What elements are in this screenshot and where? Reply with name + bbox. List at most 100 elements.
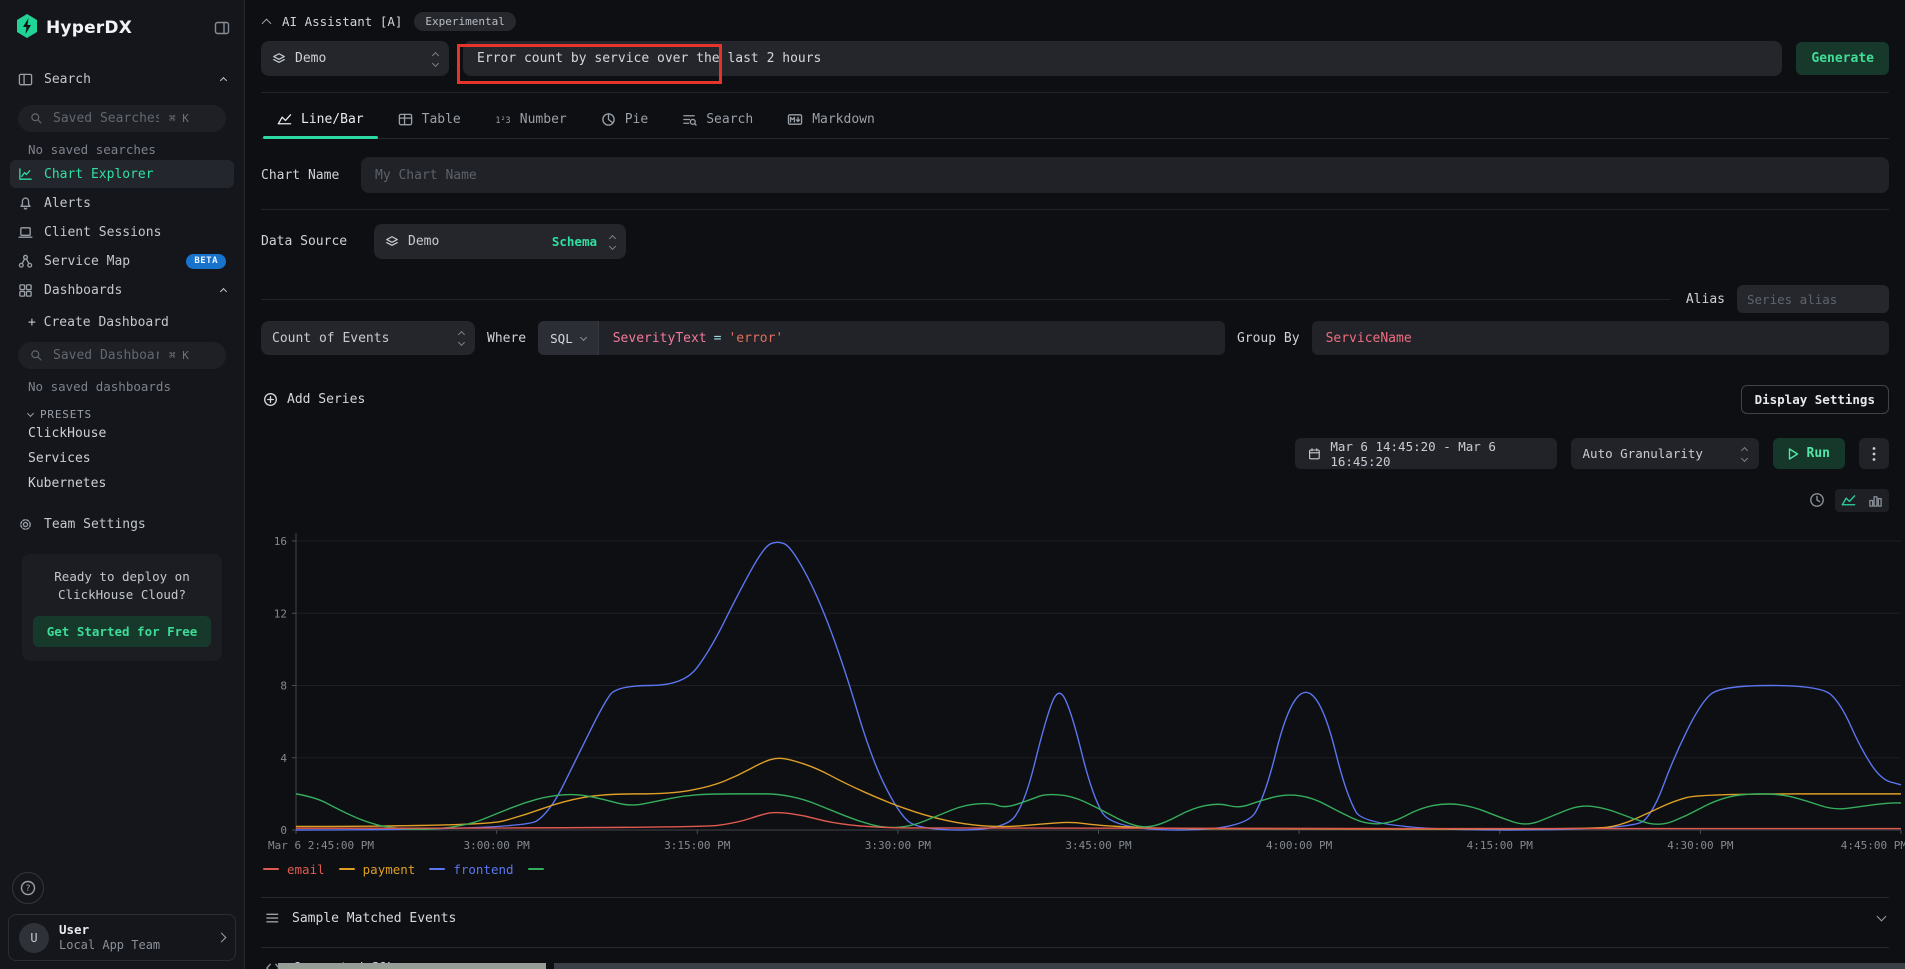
list-search-icon (682, 112, 697, 127)
svg-text:4: 4 (280, 752, 287, 765)
collapse-assistant-icon[interactable] (262, 18, 272, 28)
display-settings-button[interactable]: Display Settings (1741, 385, 1889, 414)
presets-header[interactable]: PRESETS (10, 396, 234, 421)
saved-searches-field[interactable] (51, 110, 161, 127)
sql-mode-select[interactable]: SQL (538, 321, 599, 355)
tab-markdown[interactable]: Markdown (773, 105, 889, 138)
tab-number[interactable]: 1²3 Number (481, 105, 581, 138)
svg-text:12: 12 (274, 607, 287, 620)
sidebar-item-alerts[interactable]: Alerts (10, 189, 234, 217)
sidebar-item-service-map[interactable]: Service Map BETA (10, 247, 234, 275)
line-chart-icon (1841, 493, 1856, 508)
line-view-toggle[interactable] (1839, 491, 1858, 510)
group-by-input[interactable]: ServiceName (1312, 321, 1889, 355)
alias-input[interactable] (1737, 285, 1889, 313)
svg-text:3:00:00 PM: 3:00:00 PM (464, 839, 531, 852)
horizontal-scrollbar-thumb[interactable] (278, 963, 546, 969)
sidebar-item-client-sessions[interactable]: Client Sessions (10, 218, 234, 246)
legend-dash-icon (429, 868, 445, 870)
chevron-up-icon (220, 77, 227, 84)
date-range-value: Mar 6 14:45:20 - Mar 6 16:45:20 (1330, 439, 1543, 469)
where-label: Where (487, 331, 526, 346)
sample-matched-events-panel[interactable]: Sample Matched Events (261, 897, 1889, 939)
help-button[interactable]: ? (12, 872, 44, 904)
group-by-label: Group By (1237, 331, 1300, 346)
sidebar-item-team-settings[interactable]: Team Settings (10, 510, 234, 538)
get-started-button[interactable]: Get Started for Free (33, 616, 212, 647)
sidebar-item-label: Client Sessions (44, 225, 161, 240)
chart[interactable]: 0481216Mar 6 2:45:00 PM3:00:00 PM3:15:00… (261, 513, 1889, 857)
aggregation-select[interactable]: Count of Events (261, 321, 475, 355)
sidebar-item-search[interactable]: Search (10, 65, 234, 93)
laptop-icon (18, 225, 33, 240)
tab-search[interactable]: Search (668, 105, 767, 138)
time-format-button[interactable] (1809, 492, 1825, 508)
sidebar-item-label: Alerts (44, 196, 91, 211)
svg-text:4:15:00 PM: 4:15:00 PM (1467, 839, 1534, 852)
date-range-picker[interactable]: Mar 6 14:45:20 - Mar 6 16:45:20 (1295, 438, 1557, 469)
legend-item[interactable]: payment (339, 862, 416, 877)
sample-events-label: Sample Matched Events (292, 911, 456, 926)
sidebar-item-chart-explorer[interactable]: Chart Explorer (10, 160, 234, 188)
where-expression-input[interactable]: SQL SeverityText = 'error' (538, 321, 1225, 355)
data-source-select[interactable]: Demo Schema (374, 224, 626, 259)
sidebar-item-label: Dashboards (44, 283, 122, 298)
preset-clickhouse[interactable]: ClickHouse (10, 421, 234, 446)
legend-dash-icon (339, 868, 355, 870)
tab-pie[interactable]: Pie (587, 105, 662, 138)
preset-services[interactable]: Services (10, 446, 234, 471)
svg-text:4:30:00 PM: 4:30:00 PM (1667, 839, 1734, 852)
sidebar-item-label: Chart Explorer (44, 167, 154, 182)
legend-item[interactable]: frontend (429, 862, 513, 877)
bar-chart-icon (1868, 493, 1883, 508)
assistant-title: AI Assistant [A] (282, 14, 402, 29)
sidebar-item-dashboards[interactable]: Dashboards (10, 276, 234, 304)
legend-label: email (287, 862, 325, 877)
main-content: AI Assistant [A] Experimental Demo Gener… (245, 0, 1905, 969)
line-chart-canvas[interactable]: 0481216Mar 6 2:45:00 PM3:00:00 PM3:15:00… (261, 513, 1905, 857)
search-icon (30, 349, 43, 362)
where-operator-token: = (714, 331, 722, 346)
search-icon (30, 112, 43, 125)
assistant-source-select[interactable]: Demo (261, 41, 449, 76)
bar-view-toggle[interactable] (1866, 491, 1885, 510)
user-name: User (59, 922, 160, 938)
chart-name-input[interactable] (361, 157, 1889, 193)
table-icon (398, 112, 413, 127)
chevron-down-icon (27, 410, 34, 417)
saved-dashboards-field[interactable] (51, 347, 161, 364)
assistant-prompt-input[interactable] (463, 41, 1782, 76)
presets-label: PRESETS (40, 408, 92, 421)
pie-chart-icon (601, 112, 616, 127)
layers-icon (385, 235, 399, 249)
tab-table[interactable]: Table (384, 105, 475, 138)
horizontal-scrollbar-track[interactable] (554, 963, 1905, 969)
schema-link[interactable]: Schema (552, 234, 597, 249)
more-options-button[interactable] (1859, 438, 1889, 469)
add-series-button[interactable]: Add Series (261, 392, 365, 407)
preset-kubernetes[interactable]: Kubernetes (10, 471, 234, 496)
shortcut-hint: ⌘ K (169, 112, 189, 125)
tab-line-bar[interactable]: Line/Bar (263, 105, 378, 138)
saved-dashboards-input[interactable]: ⌘ K (18, 342, 226, 369)
sidebar-item-label: Service Map (44, 254, 130, 269)
saved-searches-input[interactable]: ⌘ K (18, 105, 226, 132)
legend-item[interactable] (528, 868, 552, 870)
chart-name-label: Chart Name (261, 168, 361, 183)
clock-icon (1809, 492, 1825, 508)
number-123-icon: 1²3 (495, 112, 511, 127)
svg-text:8: 8 (280, 680, 287, 693)
legend-item[interactable]: email (263, 862, 325, 877)
layers-icon (272, 52, 286, 66)
granularity-select[interactable]: Auto Granularity (1571, 438, 1759, 469)
clickhouse-cloud-promo: Ready to deploy on ClickHouse Cloud? Get… (22, 554, 222, 661)
sidebar-collapse-icon[interactable] (214, 20, 230, 36)
run-button[interactable]: Run (1773, 438, 1845, 469)
create-dashboard-button[interactable]: + Create Dashboard (10, 305, 234, 330)
aggregation-value: Count of Events (272, 331, 389, 346)
user-menu[interactable]: U User Local App Team (8, 914, 236, 961)
sql-mode-value: SQL (550, 331, 573, 346)
alias-label: Alias (1686, 292, 1725, 307)
generate-button[interactable]: Generate (1796, 42, 1889, 75)
experimental-badge: Experimental (414, 12, 515, 31)
